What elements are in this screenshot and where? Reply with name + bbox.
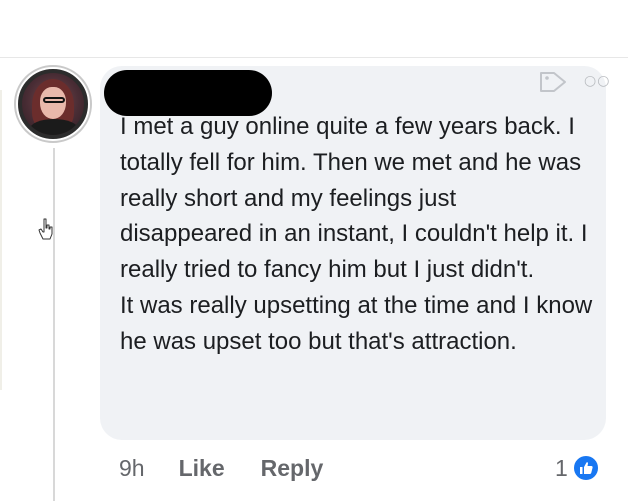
comment-text: I met a guy online quite a few years bac… xyxy=(120,113,593,355)
reply-button[interactable]: Reply xyxy=(261,455,324,482)
top-divider xyxy=(0,57,628,58)
comment-actions: 9h Like Reply xyxy=(119,452,323,484)
hand-cursor-icon xyxy=(38,218,53,240)
comment-timestamp[interactable]: 9h xyxy=(119,455,145,482)
reaction-summary[interactable]: 1 xyxy=(555,452,600,484)
left-edge-strip xyxy=(0,90,2,390)
reaction-count: 1 xyxy=(555,454,568,481)
avatar-face xyxy=(40,87,66,119)
more-options-icon[interactable]: ○○ xyxy=(584,74,622,88)
avatar-glasses xyxy=(43,97,65,103)
thumbs-up-reaction-icon xyxy=(571,454,600,482)
like-button[interactable]: Like xyxy=(179,455,225,482)
reply-thread-line xyxy=(53,148,55,501)
profile-avatar[interactable] xyxy=(18,69,88,139)
tag-icon[interactable] xyxy=(538,69,568,95)
